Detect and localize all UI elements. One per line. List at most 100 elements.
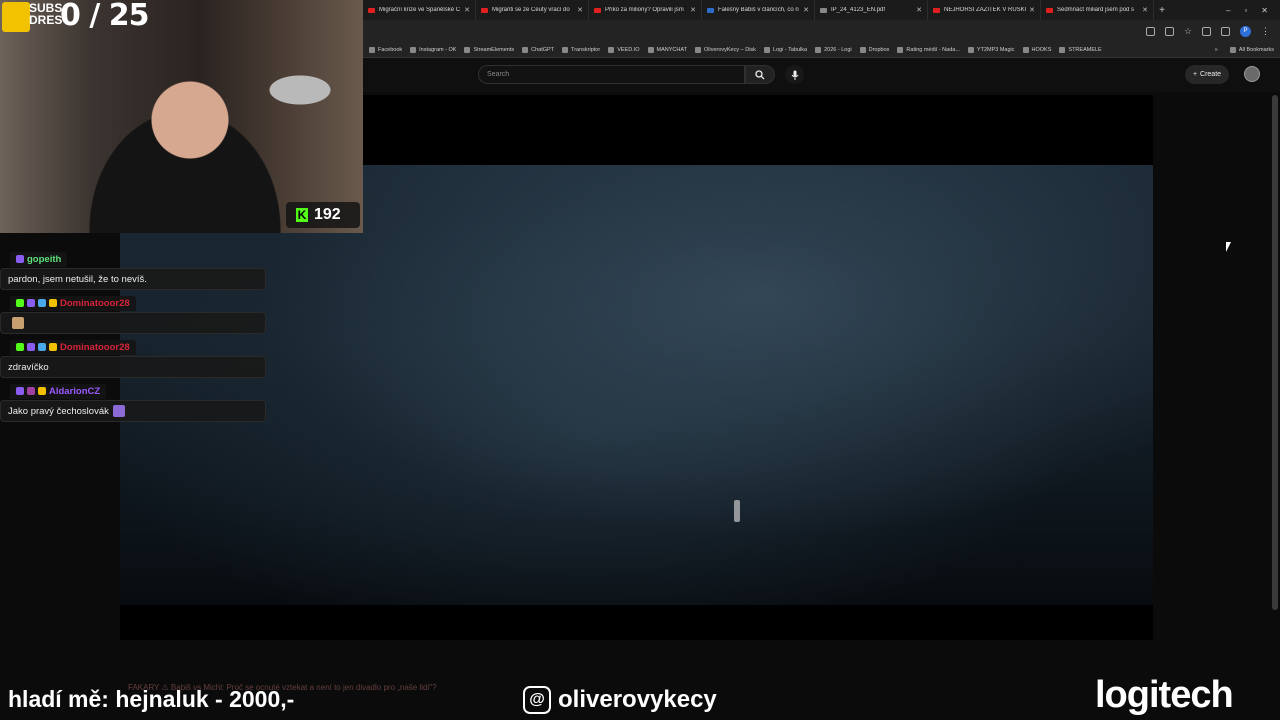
close-window-icon[interactable]: ✕: [1261, 6, 1268, 15]
chat-overlay: gopeith pardon, jsem netušil, že to nevíš…: [0, 250, 266, 426]
tab-title: Migranti se ze Ceuty vrací do: [492, 7, 570, 13]
chat-message-text: pardon, jsem netušil, že to nevíš.: [8, 273, 147, 285]
bookmarks-overflow-button[interactable]: »: [1215, 47, 1218, 53]
donation-banner: hladí mě: hejnaluk - 2000,-: [8, 686, 295, 712]
chat-message-box: [0, 312, 266, 334]
browser-tab[interactable]: NEJHORŠÍ ZÁŽITEK V RUSKU! ✕: [928, 0, 1041, 20]
bookmark-icon: [967, 46, 974, 53]
sidebar-icon[interactable]: [1221, 26, 1230, 36]
webcam-overlay: SUBS DRES 0 / 25 K 192: [0, 0, 363, 233]
bookmark-item[interactable]: Logi - Tabulka: [763, 46, 807, 53]
chat-message: Dominatooor28: [0, 294, 266, 334]
bookmark-label: Facebook: [378, 46, 403, 53]
bookmark-icon: [1059, 46, 1066, 53]
sponsor-logo: logitech: [1095, 674, 1234, 716]
close-tab-icon[interactable]: ✕: [1029, 6, 1035, 14]
bookmark-icon: [562, 46, 569, 53]
maximize-icon[interactable]: ▫: [1244, 6, 1247, 15]
bookmark-item[interactable]: ChatGPT: [522, 46, 555, 53]
bookmark-label: HOOKS: [1031, 46, 1052, 53]
profile-avatar[interactable]: P: [1240, 25, 1251, 37]
bookmark-star-icon[interactable]: ☆: [1184, 26, 1192, 37]
chat-message: Dominatooor28 zdravíčko: [0, 338, 266, 378]
bookmark-label: StreamElements: [473, 46, 515, 53]
chat-emote-icon: [12, 317, 24, 329]
bookmark-item[interactable]: VEED.IO: [608, 46, 640, 53]
bookmark-label: MANYCHAT: [656, 46, 687, 53]
browser-tab[interactable]: Falešný Babiš v článcích, co n ✕: [702, 0, 815, 20]
bookmarks-bar: Facebook Instagram - OK StreamElements Chat…: [363, 42, 1280, 58]
tab-title: Příko za miliony? Opravili jsm: [605, 7, 684, 13]
cast-icon[interactable]: [1164, 26, 1174, 36]
search-button[interactable]: [745, 65, 775, 84]
bookmark-item[interactable]: Transkriptor: [562, 46, 600, 53]
bookmark-item[interactable]: Facebook: [369, 46, 403, 53]
bookmark-label: VEED.IO: [617, 46, 640, 53]
pdf-icon: [820, 7, 827, 13]
account-avatar[interactable]: [1244, 66, 1260, 82]
youtube-icon: [933, 7, 940, 13]
bookmark-label: OliverovyKecy – Disk: [703, 46, 756, 53]
chat-username: AldarionCZ: [49, 385, 101, 397]
szz-icon: [707, 7, 714, 13]
new-tab-button[interactable]: +: [1154, 5, 1170, 16]
browser-tab[interactable]: Příko za miliony? Opravili jsm ✕: [589, 0, 702, 20]
close-tab-icon[interactable]: ✕: [464, 6, 470, 14]
bookmark-icon: [464, 46, 471, 53]
browser-tab[interactable]: Migrační krize ve Španělské C ✕: [363, 0, 476, 20]
bookmark-item[interactable]: OliverovyKecy – Disk: [694, 46, 756, 53]
kick-logo-icon: K: [296, 208, 308, 222]
search-input[interactable]: Search: [478, 65, 745, 84]
browser-tab[interactable]: Migranti se ze Ceuty vrací do ✕: [476, 0, 589, 20]
bookmark-item[interactable]: 2026 - Logi: [815, 46, 852, 53]
search-icon: [755, 69, 765, 79]
microphone-icon: [791, 70, 798, 80]
chat-badge-icon: [16, 255, 24, 263]
voice-search-button[interactable]: [785, 65, 804, 84]
chat-badge-icon: [27, 387, 35, 395]
bookmark-item[interactable]: MANYCHAT: [647, 46, 687, 53]
extensions-icon[interactable]: [1202, 26, 1211, 36]
chat-badge-icon: [38, 299, 46, 307]
subs-goal-logo: [2, 2, 30, 32]
bookmark-item[interactable]: Dropbox: [859, 46, 889, 53]
bookmark-item[interactable]: YT2MP3 Magic: [967, 46, 1015, 53]
close-tab-icon[interactable]: ✕: [577, 6, 583, 14]
browser-tab[interactable]: IP_24_4123_EN.pdf ✕: [815, 0, 928, 20]
bookmark-item[interactable]: HOOKS: [1022, 46, 1052, 53]
mouse-cursor-icon: [1226, 242, 1231, 252]
bookmark-icon: [608, 46, 615, 53]
chat-badge-icon: [16, 343, 24, 351]
chat-emote-icon: [112, 405, 125, 417]
translate-icon[interactable]: [1145, 26, 1155, 36]
chat-badge-icon: [16, 387, 24, 395]
page-scrollbar[interactable]: [1272, 95, 1278, 610]
close-tab-icon[interactable]: ✕: [1142, 6, 1148, 14]
bookmark-icon: [694, 46, 701, 53]
close-tab-icon[interactable]: ✕: [803, 6, 809, 14]
bookmark-item[interactable]: STREAMELE: [1059, 46, 1102, 53]
close-tab-icon[interactable]: ✕: [916, 6, 922, 14]
bookmark-item[interactable]: Rating médií - Nada...: [897, 46, 960, 53]
bookmark-item[interactable]: Instagram - OK: [410, 46, 456, 53]
tab-title: Sedmnáct miliard jsem pod s: [1057, 7, 1135, 13]
create-button[interactable]: + Create: [1185, 65, 1229, 84]
chat-badge-icon: [38, 343, 46, 351]
browser-toolbar: ☆ P ⋮: [363, 20, 1280, 42]
bookmark-icon: [1022, 46, 1029, 53]
chat-username: gopeith: [27, 253, 62, 265]
close-tab-icon[interactable]: ✕: [690, 6, 696, 14]
minimize-icon[interactable]: –: [1226, 6, 1230, 15]
bookmark-label: STREAMELE: [1068, 46, 1102, 53]
bookmark-icon: [369, 46, 375, 53]
bookmark-item[interactable]: StreamElements: [464, 46, 515, 53]
browser-tab[interactable]: Sedmnáct miliard jsem pod s ✕: [1041, 0, 1154, 20]
create-label: Create: [1200, 71, 1222, 78]
chat-username: Dominatooor28: [60, 341, 130, 353]
browser-menu-icon[interactable]: ⋮: [1261, 26, 1270, 37]
bookmark-icon: [859, 46, 866, 53]
subs-goal-count: 0 / 25: [60, 0, 149, 33]
chat-message-text: zdravíčko: [8, 361, 49, 373]
bookmark-label: ChatGPT: [531, 46, 555, 53]
all-bookmarks-button[interactable]: All Bookmarks: [1229, 46, 1274, 53]
